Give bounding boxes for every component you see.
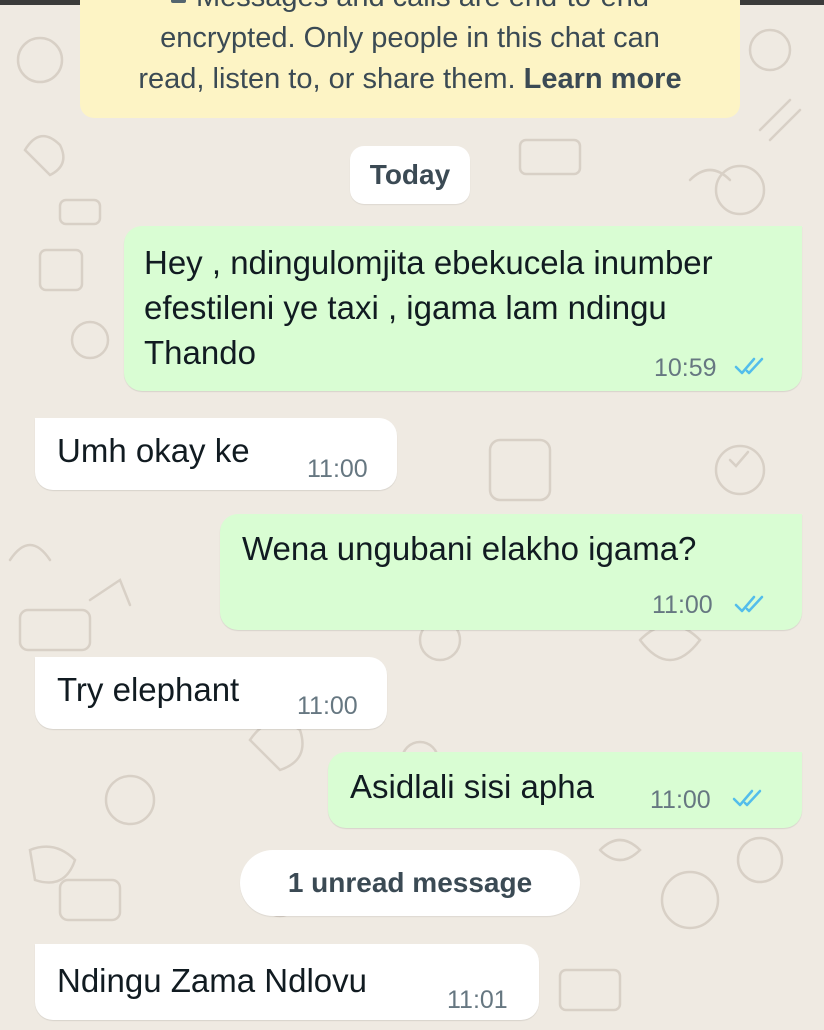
encryption-line-2: encrypted. Only people in this chat can bbox=[160, 22, 660, 54]
message-bubble-incoming[interactable]: Ndingu Zama Ndlovu 11:01 bbox=[35, 944, 539, 1020]
message-text: Umh okay ke bbox=[57, 432, 250, 469]
message-bubble-incoming[interactable]: Umh okay ke 11:00 bbox=[35, 418, 397, 490]
learn-more-link[interactable]: Learn more bbox=[524, 63, 682, 95]
message-bubble-incoming[interactable]: Try elephant 11:00 bbox=[35, 657, 387, 729]
message-bubble-outgoing[interactable]: Asidlali sisi apha 11:00 bbox=[328, 752, 802, 828]
lock-icon bbox=[171, 0, 186, 3]
double-check-icon bbox=[734, 357, 764, 375]
message-text: Wena ungubani elakho igama? bbox=[242, 530, 697, 567]
encryption-line-3: read, listen to, or share them. bbox=[138, 63, 516, 95]
message-text: Asidlali sisi apha bbox=[350, 768, 594, 805]
unread-separator: 1 unread message bbox=[240, 850, 580, 916]
message-text: Ndingu Zama Ndlovu bbox=[57, 962, 367, 999]
message-text: Try elephant bbox=[57, 671, 240, 708]
message-time: 11:00 bbox=[307, 455, 368, 483]
double-check-icon bbox=[734, 595, 764, 613]
message-bubble-outgoing[interactable]: Wena ungubani elakho igama? 11:00 bbox=[220, 514, 802, 630]
date-separator: Today bbox=[350, 146, 470, 204]
encryption-line-1: Messages and calls are end-to-end bbox=[196, 0, 649, 13]
message-time: 10:59 bbox=[654, 354, 717, 382]
message-time: 11:00 bbox=[652, 591, 713, 619]
message-bubble-outgoing[interactable]: Hey , ndingulomjita ebekucela inumber ef… bbox=[124, 226, 802, 391]
message-time: 11:01 bbox=[447, 986, 508, 1014]
message-time: 11:00 bbox=[297, 692, 358, 720]
encryption-notice[interactable]: Messages and calls are end-to-end encryp… bbox=[80, 0, 740, 118]
message-time: 11:00 bbox=[650, 786, 711, 814]
double-check-icon bbox=[732, 789, 762, 807]
